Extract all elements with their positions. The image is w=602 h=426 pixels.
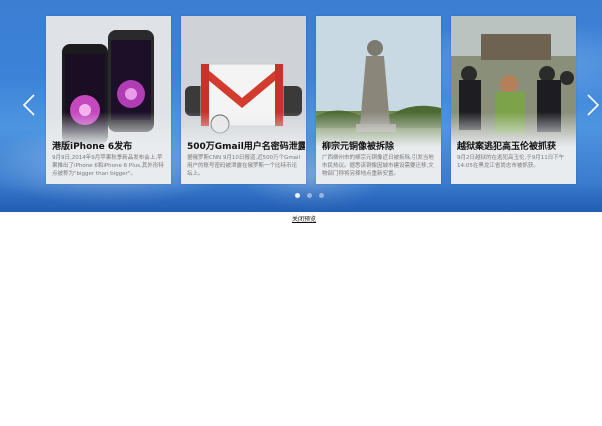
slide-title[interactable]: 港版iPhone 6发布 [52, 139, 170, 152]
slide-description: 据俄罗斯CNN 9月10日报道,近500万个Gmail用户的账号密码被泄露在俄罗… [187, 155, 301, 177]
next-arrow-icon[interactable] [586, 93, 600, 117]
slide-description: 9月2日越狱的在逃犯高玉伦,于9月11日下午14:05在黑龙江省尚志市被抓获。 [457, 155, 565, 169]
slide-title[interactable]: 柳宗元铜像被拆除 [322, 139, 440, 152]
pagination-dot[interactable] [295, 193, 300, 198]
slide-title[interactable]: 500万Gmail用户名密码泄露 [187, 139, 305, 152]
close-preview-link[interactable]: 关闭预览 [292, 214, 316, 223]
slide-card[interactable]: 500万Gmail用户名密码泄露 据俄罗斯CNN 9月10日报道,近500万个G… [181, 16, 306, 184]
carousel-stage: 港版iPhone 6发布 9月9日,2014年9月苹果秋季新品发布会上,苹果推出… [0, 0, 602, 212]
slide-card[interactable]: 港版iPhone 6发布 9月9日,2014年9月苹果秋季新品发布会上,苹果推出… [46, 16, 171, 184]
pagination-dot[interactable] [319, 193, 324, 198]
slide-card[interactable]: 柳宗元铜像被拆除 广西柳州市的柳宗元铜像近日被拆除,引发当地市民热议。据悉该铜像… [316, 16, 441, 184]
slide-title[interactable]: 越狱案逃犯高玉伦被抓获 [457, 139, 575, 152]
slide-description: 广西柳州市的柳宗元铜像近日被拆除,引发当地市民热议。据悉该铜像因城市建设需要迁移… [322, 155, 434, 177]
slide-description: 9月9日,2014年9月苹果秋季新品发布会上,苹果推出了iPhone 6和iPh… [52, 155, 164, 177]
slide-card[interactable]: 越狱案逃犯高玉伦被抓获 9月2日越狱的在逃犯高玉伦,于9月11日下午14:05在… [451, 16, 576, 184]
pagination-dot[interactable] [307, 193, 312, 198]
prev-arrow-icon[interactable] [22, 93, 36, 117]
